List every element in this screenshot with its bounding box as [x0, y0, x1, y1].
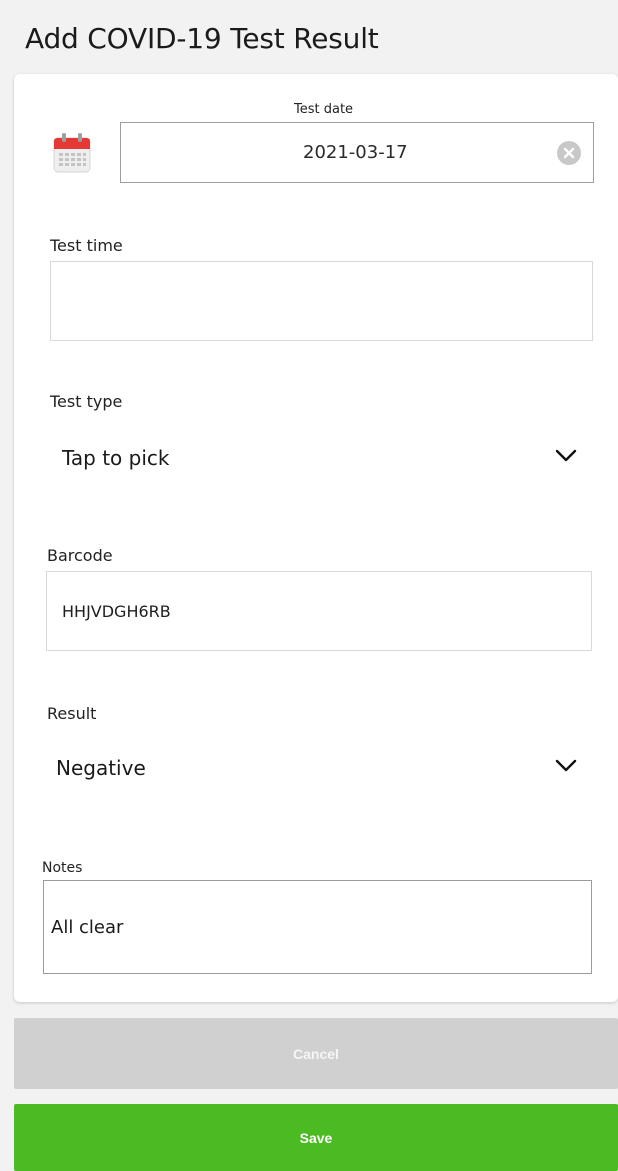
test-time-label: Test time	[50, 236, 123, 255]
test-date-value: 2021-03-17	[303, 142, 408, 163]
result-label: Result	[47, 704, 97, 723]
notes-label: Notes	[42, 860, 83, 876]
result-picker[interactable]: Negative	[46, 746, 593, 790]
test-result-form: Test date 2021-03-17 Test time Test type…	[14, 74, 618, 1002]
page-title: Add COVID-19 Test Result	[25, 22, 379, 55]
result-value: Negative	[56, 756, 146, 780]
test-type-picker[interactable]: Tap to pick	[50, 436, 593, 480]
test-type-value: Tap to pick	[62, 446, 170, 470]
chevron-down-icon	[554, 448, 578, 468]
chevron-down-icon	[554, 758, 578, 778]
cancel-button[interactable]: Cancel	[14, 1018, 618, 1089]
test-date-field[interactable]: 2021-03-17	[120, 122, 594, 183]
clear-icon[interactable]	[557, 141, 581, 165]
test-date-label: Test date	[294, 102, 354, 117]
notes-value: All clear	[51, 917, 124, 938]
barcode-field[interactable]: HHJVDGH6RB	[46, 571, 592, 651]
barcode-value: HHJVDGH6RB	[62, 602, 171, 621]
barcode-label: Barcode	[47, 546, 113, 565]
test-type-label: Test type	[50, 392, 123, 411]
calendar-icon[interactable]	[52, 132, 92, 178]
notes-field[interactable]: All clear	[43, 880, 592, 974]
save-button[interactable]: Save	[14, 1104, 618, 1171]
test-time-field[interactable]	[50, 261, 593, 341]
